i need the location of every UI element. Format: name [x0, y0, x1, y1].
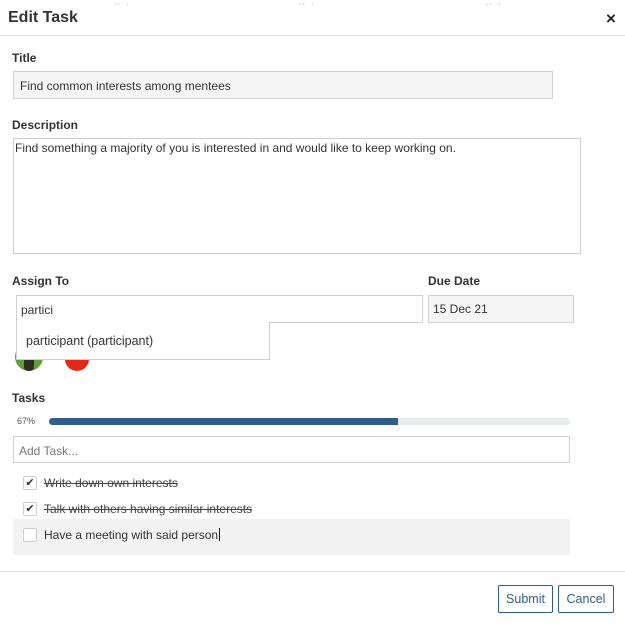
subtask-item: Have a meeting with said person — [13, 519, 570, 555]
title-label: Title — [12, 51, 37, 65]
subtask-text: Have a meeting with said person — [44, 528, 219, 542]
subtask-item: ✔ Write down own interests — [13, 470, 570, 496]
submit-button[interactable]: Submit — [498, 585, 553, 613]
assign-suggestion-dropdown: participant (participant) — [16, 322, 270, 360]
modal-header: ' .. '. ' .. '. ' .. '. Edit Task × — [0, 0, 625, 36]
tasks-label: Tasks — [12, 391, 46, 405]
subtask-checkbox[interactable]: ✔ — [23, 502, 37, 516]
due-date-input[interactable]: 15 Dec 21 — [428, 295, 574, 323]
description-textarea[interactable]: Find something a majority of you is inte… — [13, 138, 581, 254]
title-input[interactable]: Find common interests among mentees — [13, 71, 553, 99]
progress-percent: 67% — [17, 416, 36, 426]
subtask-checkbox[interactable] — [23, 528, 37, 542]
description-value: Find something a majority of you is inte… — [15, 141, 456, 155]
due-date-value: 15 Dec 21 — [433, 302, 488, 316]
title-input-value: Find common interests among mentees — [20, 79, 231, 93]
add-task-placeholder: Add Task... — [19, 444, 79, 458]
suggestion-item[interactable]: participant (participant) — [26, 334, 153, 348]
progress-fill — [49, 418, 399, 425]
subtask-text: Write down own interests — [44, 476, 178, 490]
subtask-text: Talk with others having similar interest… — [44, 502, 253, 516]
close-icon[interactable]: × — [603, 10, 619, 27]
due-date-label: Due Date — [428, 274, 481, 288]
background-ghost-text: ' .. '. — [108, 0, 130, 8]
description-label: Description — [12, 118, 79, 132]
assign-to-label: Assign To — [12, 274, 70, 288]
subtask-checkbox[interactable]: ✔ — [23, 476, 37, 490]
add-task-input[interactable]: Add Task... — [13, 436, 570, 463]
cancel-button[interactable]: Cancel — [558, 585, 614, 613]
background-ghost-text: ' .. '. — [293, 0, 315, 8]
background-ghost-text: ' .. '. — [480, 0, 502, 8]
edit-task-modal: ' .. '. ' .. '. ' .. '. Edit Task × Titl… — [0, 0, 625, 625]
progress-bar — [49, 418, 570, 425]
subtask-edit-field[interactable]: Have a meeting with said person — [44, 528, 221, 542]
modal-title: Edit Task — [8, 9, 78, 26]
text-caret — [219, 528, 221, 541]
footer-divider — [0, 571, 625, 572]
assign-to-value: partici — [21, 303, 54, 317]
assign-to-input[interactable]: partici — [16, 295, 423, 323]
